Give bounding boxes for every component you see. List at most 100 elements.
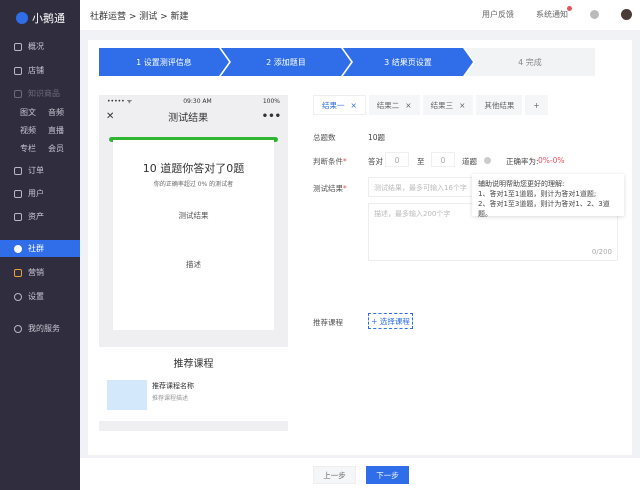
avatar[interactable] xyxy=(621,9,632,20)
condition-prefix: 答对 xyxy=(368,157,383,166)
tab-label: 结果二 xyxy=(376,100,400,110)
logo-icon xyxy=(16,12,28,24)
sidebar-item-community[interactable]: 社群 xyxy=(0,240,80,257)
notification-label: 系统通知 xyxy=(536,10,568,19)
step-1: 1 设置测评信息 xyxy=(99,48,229,76)
result-label: 测试结果* xyxy=(313,184,347,193)
rate-label: 正确率为: xyxy=(506,157,539,166)
tooltip-line: 1、答对1至1道题，则计为答对1道题; xyxy=(478,190,597,198)
sub-item-member[interactable]: 会员 xyxy=(48,143,64,154)
tab-other[interactable]: 其他结果 xyxy=(476,95,523,115)
select-course-button[interactable]: + 选择课程 xyxy=(368,313,413,329)
sub-item-video[interactable]: 视频 xyxy=(20,125,36,136)
sidebar-item-label: 我的服务 xyxy=(28,324,60,333)
more-icon: ••• xyxy=(261,110,281,122)
close-icon[interactable]: × xyxy=(351,101,357,110)
condition-from-input[interactable]: 0 xyxy=(385,152,409,167)
sidebar-item-assets[interactable]: 资产 xyxy=(0,208,80,225)
sidebar-item-settings[interactable]: 设置 xyxy=(0,288,80,305)
sub-item-audio[interactable]: 音频 xyxy=(48,107,64,118)
tab-result-1[interactable]: 结果一 × xyxy=(313,95,366,115)
phone-preview: ••••• ᯤ 09:30 AM 100% ✕ 测试结果 ••• 10 道题你答对了0题… xyxy=(99,95,288,431)
sidebar-item-label: 资产 xyxy=(28,212,44,221)
close-icon[interactable]: × xyxy=(459,101,465,110)
step-progress: 1 设置测评信息 2 添加题目 3 结果页设置 4 完成 xyxy=(99,48,595,76)
dashboard-icon xyxy=(14,42,22,51)
prev-button[interactable]: 上一步 xyxy=(313,466,356,484)
char-counter: 0/200 xyxy=(591,248,612,256)
footer-bar: 上一步 下一步 xyxy=(80,458,640,490)
condition-label-text: 判断条件 xyxy=(313,157,343,166)
tab-label: 结果三 xyxy=(430,100,454,110)
add-tab-button[interactable]: + xyxy=(525,95,548,115)
course-label: 推荐课程 xyxy=(313,318,343,327)
sidebar-item-label: 店铺 xyxy=(28,66,44,75)
tab-label: 其他结果 xyxy=(484,100,515,110)
sub-item-text[interactable]: 图文 xyxy=(20,107,36,118)
next-button[interactable]: 下一步 xyxy=(366,466,409,484)
total-label: 总题数 xyxy=(313,133,336,142)
logo[interactable]: 小鹅通 xyxy=(16,10,65,26)
community-icon xyxy=(14,244,22,253)
sidebar-item-users[interactable]: 用户 xyxy=(0,185,80,202)
result-label-text: 测试结果 xyxy=(313,184,343,193)
result-input[interactable]: 测试结果，最多可输入16个字 xyxy=(368,177,478,197)
sub-row: 视频 直播 xyxy=(20,125,64,136)
sidebar-item-label: 设置 xyxy=(28,292,44,301)
breadcrumb[interactable]: 社群运营 > 测试 > 新建 xyxy=(90,9,189,22)
sub-row: 专栏 会员 xyxy=(20,143,64,154)
result-text: 测试结果 xyxy=(178,211,209,220)
store-icon xyxy=(14,66,22,75)
tab-result-3[interactable]: 结果三 × xyxy=(422,95,474,115)
sub-item-live[interactable]: 直播 xyxy=(48,125,64,136)
course-thumbnail xyxy=(107,380,147,410)
result-headline: 10 道题你答对了0题 xyxy=(142,162,245,175)
sidebar-item-label: 营销 xyxy=(28,268,44,277)
notification-link[interactable]: 系统通知 xyxy=(536,6,572,20)
sidebar-item-marketing[interactable]: 营销 xyxy=(0,264,80,281)
phone-title: 测试结果 xyxy=(168,112,209,124)
recommend-title: 推荐课程 xyxy=(173,359,214,370)
sidebar-item-orders[interactable]: 订单 xyxy=(0,162,80,179)
recommend-section: 推荐课程 推荐课程名称 推荐课程描述 xyxy=(99,347,288,421)
phone-status-bar: ••••• ᯤ 09:30 AM 100% xyxy=(99,95,288,107)
total-value: 10题 xyxy=(368,133,386,142)
battery-level: 100% xyxy=(262,97,280,105)
step-2: 2 添加题目 xyxy=(221,48,351,76)
sidebar-item-label: 订单 xyxy=(28,166,44,175)
step-4: 4 完成 xyxy=(465,48,595,76)
sidebar-item-overview[interactable]: 概况 xyxy=(0,38,80,55)
sidebar-item-label: 用户 xyxy=(28,189,44,198)
condition-to-input[interactable]: 0 xyxy=(431,152,455,167)
grid-icon xyxy=(14,89,22,98)
feedback-link[interactable]: 用户反馈 xyxy=(482,9,514,20)
phone-title-bar: ✕ 测试结果 ••• xyxy=(99,107,288,125)
notification-badge xyxy=(567,6,572,11)
order-icon xyxy=(14,166,22,175)
sidebar-item-store[interactable]: 店铺 xyxy=(0,62,80,79)
result-card: 10 道题你答对了0题 你的正确率超过 0% 的测试者 测试结果 描述 xyxy=(113,140,274,330)
tooltip-line: 辅助说明帮助您更好的理解: xyxy=(478,180,565,188)
help-icon[interactable] xyxy=(590,10,599,19)
phone-time: 09:30 AM xyxy=(183,97,212,105)
course-name: 推荐课程名称 xyxy=(152,382,194,390)
result-subline: 你的正确率超过 0% 的测试者 xyxy=(153,181,234,188)
result-desc: 描述 xyxy=(186,260,201,269)
help-tooltip: 辅助说明帮助您更好的理解: 1、答对1至1道题，则计为答对1道题; 2、答对1至… xyxy=(472,174,624,218)
course-desc: 推荐课程描述 xyxy=(152,395,189,402)
main-card: 1 设置测评信息 2 添加题目 3 结果页设置 4 完成 ••••• ᯤ 09:3… xyxy=(88,40,632,455)
close-icon[interactable]: × xyxy=(405,101,411,110)
signal-icon: ••••• ᯤ xyxy=(107,98,133,105)
sub-row: 图文 音频 xyxy=(20,107,64,118)
tab-result-2[interactable]: 结果二 × xyxy=(368,95,420,115)
plus-icon: + xyxy=(533,100,540,110)
tab-label: 结果一 xyxy=(322,100,345,110)
help-icon[interactable] xyxy=(484,157,491,164)
close-icon: ✕ xyxy=(106,110,115,122)
sidebar-item-products[interactable]: 知识商品 xyxy=(0,85,80,102)
heart-icon xyxy=(14,324,22,333)
sub-item-column[interactable]: 专栏 xyxy=(20,143,36,154)
tooltip-line: 2、答对1至3道题，则计为答对1、2、3道题。 xyxy=(478,200,610,218)
gear-icon xyxy=(14,292,22,301)
sidebar-item-services[interactable]: 我的服务 xyxy=(0,320,80,337)
